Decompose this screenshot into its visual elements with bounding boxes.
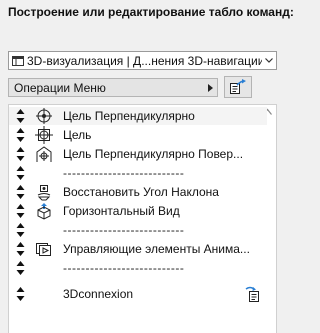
drag-handle-icon[interactable] (16, 147, 25, 161)
list-item-label: Цель (63, 128, 92, 142)
toolbar-icon (12, 55, 24, 66)
list-item[interactable]: Цель (9, 126, 267, 144)
list-item-separator[interactable]: --------------------------- (9, 164, 267, 182)
list-item-label: 3Dconnexion (63, 287, 134, 301)
list-item-label: Управляющие элементы Анима... (63, 242, 250, 256)
toolbar-select[interactable]: 3D-визуализация | Д...нения 3D-навигации (8, 51, 277, 70)
list-item[interactable]: Управляющие элементы Анима... (9, 240, 267, 258)
horizontal-view-icon (37, 203, 51, 220)
separator-label: --------------------------- (63, 261, 185, 275)
drag-handle-icon[interactable] (16, 223, 25, 237)
list-item-label: Восстановить Угол Наклона (63, 185, 219, 199)
separator-label: --------------------------- (63, 166, 185, 180)
separator-label: --------------------------- (63, 223, 185, 237)
list-item-label: Горизонтальный Вид (63, 204, 180, 218)
drag-handle-icon[interactable] (16, 287, 25, 301)
chevron-right-icon (203, 83, 217, 92)
drag-handle-icon[interactable] (16, 185, 25, 199)
drag-handle-icon[interactable] (16, 109, 25, 123)
drag-handle-icon[interactable] (16, 166, 25, 180)
drag-handle-icon[interactable] (16, 128, 25, 142)
target-perpendicular-surface-icon (36, 146, 52, 162)
list-item[interactable]: 3Dconnexion (9, 285, 267, 303)
operations-menu-label: Операции Меню (14, 80, 106, 95)
submenu-icon[interactable] (245, 286, 261, 302)
drag-handle-icon[interactable] (16, 261, 25, 275)
list-item-label: Цель Перпендикулярно Повер... (63, 147, 244, 161)
list-item-separator[interactable]: --------------------------- (9, 221, 267, 239)
drag-handle-icon[interactable] (16, 242, 25, 256)
list-item[interactable]: Цель Перпендикулярно Повер... (9, 145, 267, 163)
export-button[interactable] (224, 76, 252, 98)
operations-menu-button[interactable]: Операции Меню (8, 78, 218, 97)
toolbar-select-value: 3D-визуализация | Д...нения 3D-навигации (27, 53, 262, 68)
list-item-label: Цель Перпендикулярно (63, 109, 195, 123)
export-icon (230, 79, 246, 94)
command-list[interactable]: Цель Перпендикулярно Цель Цель Перпендик… (8, 104, 277, 333)
list-item-separator[interactable]: --------------------------- (9, 259, 267, 277)
list-item[interactable]: Восстановить Угол Наклона (9, 183, 267, 201)
animation-controls-icon (36, 243, 51, 256)
restore-tilt-icon (37, 185, 51, 201)
target-icon (35, 126, 53, 144)
chevron-down-icon[interactable] (262, 52, 276, 69)
drag-handle-icon[interactable] (16, 204, 25, 218)
target-perpendicular-icon (36, 108, 52, 124)
list-item[interactable]: Цель Перпендикулярно (9, 107, 267, 125)
panel-title: Построение или редактирование табло кома… (8, 5, 294, 19)
list-item[interactable]: Горизонтальный Вид (9, 202, 267, 220)
